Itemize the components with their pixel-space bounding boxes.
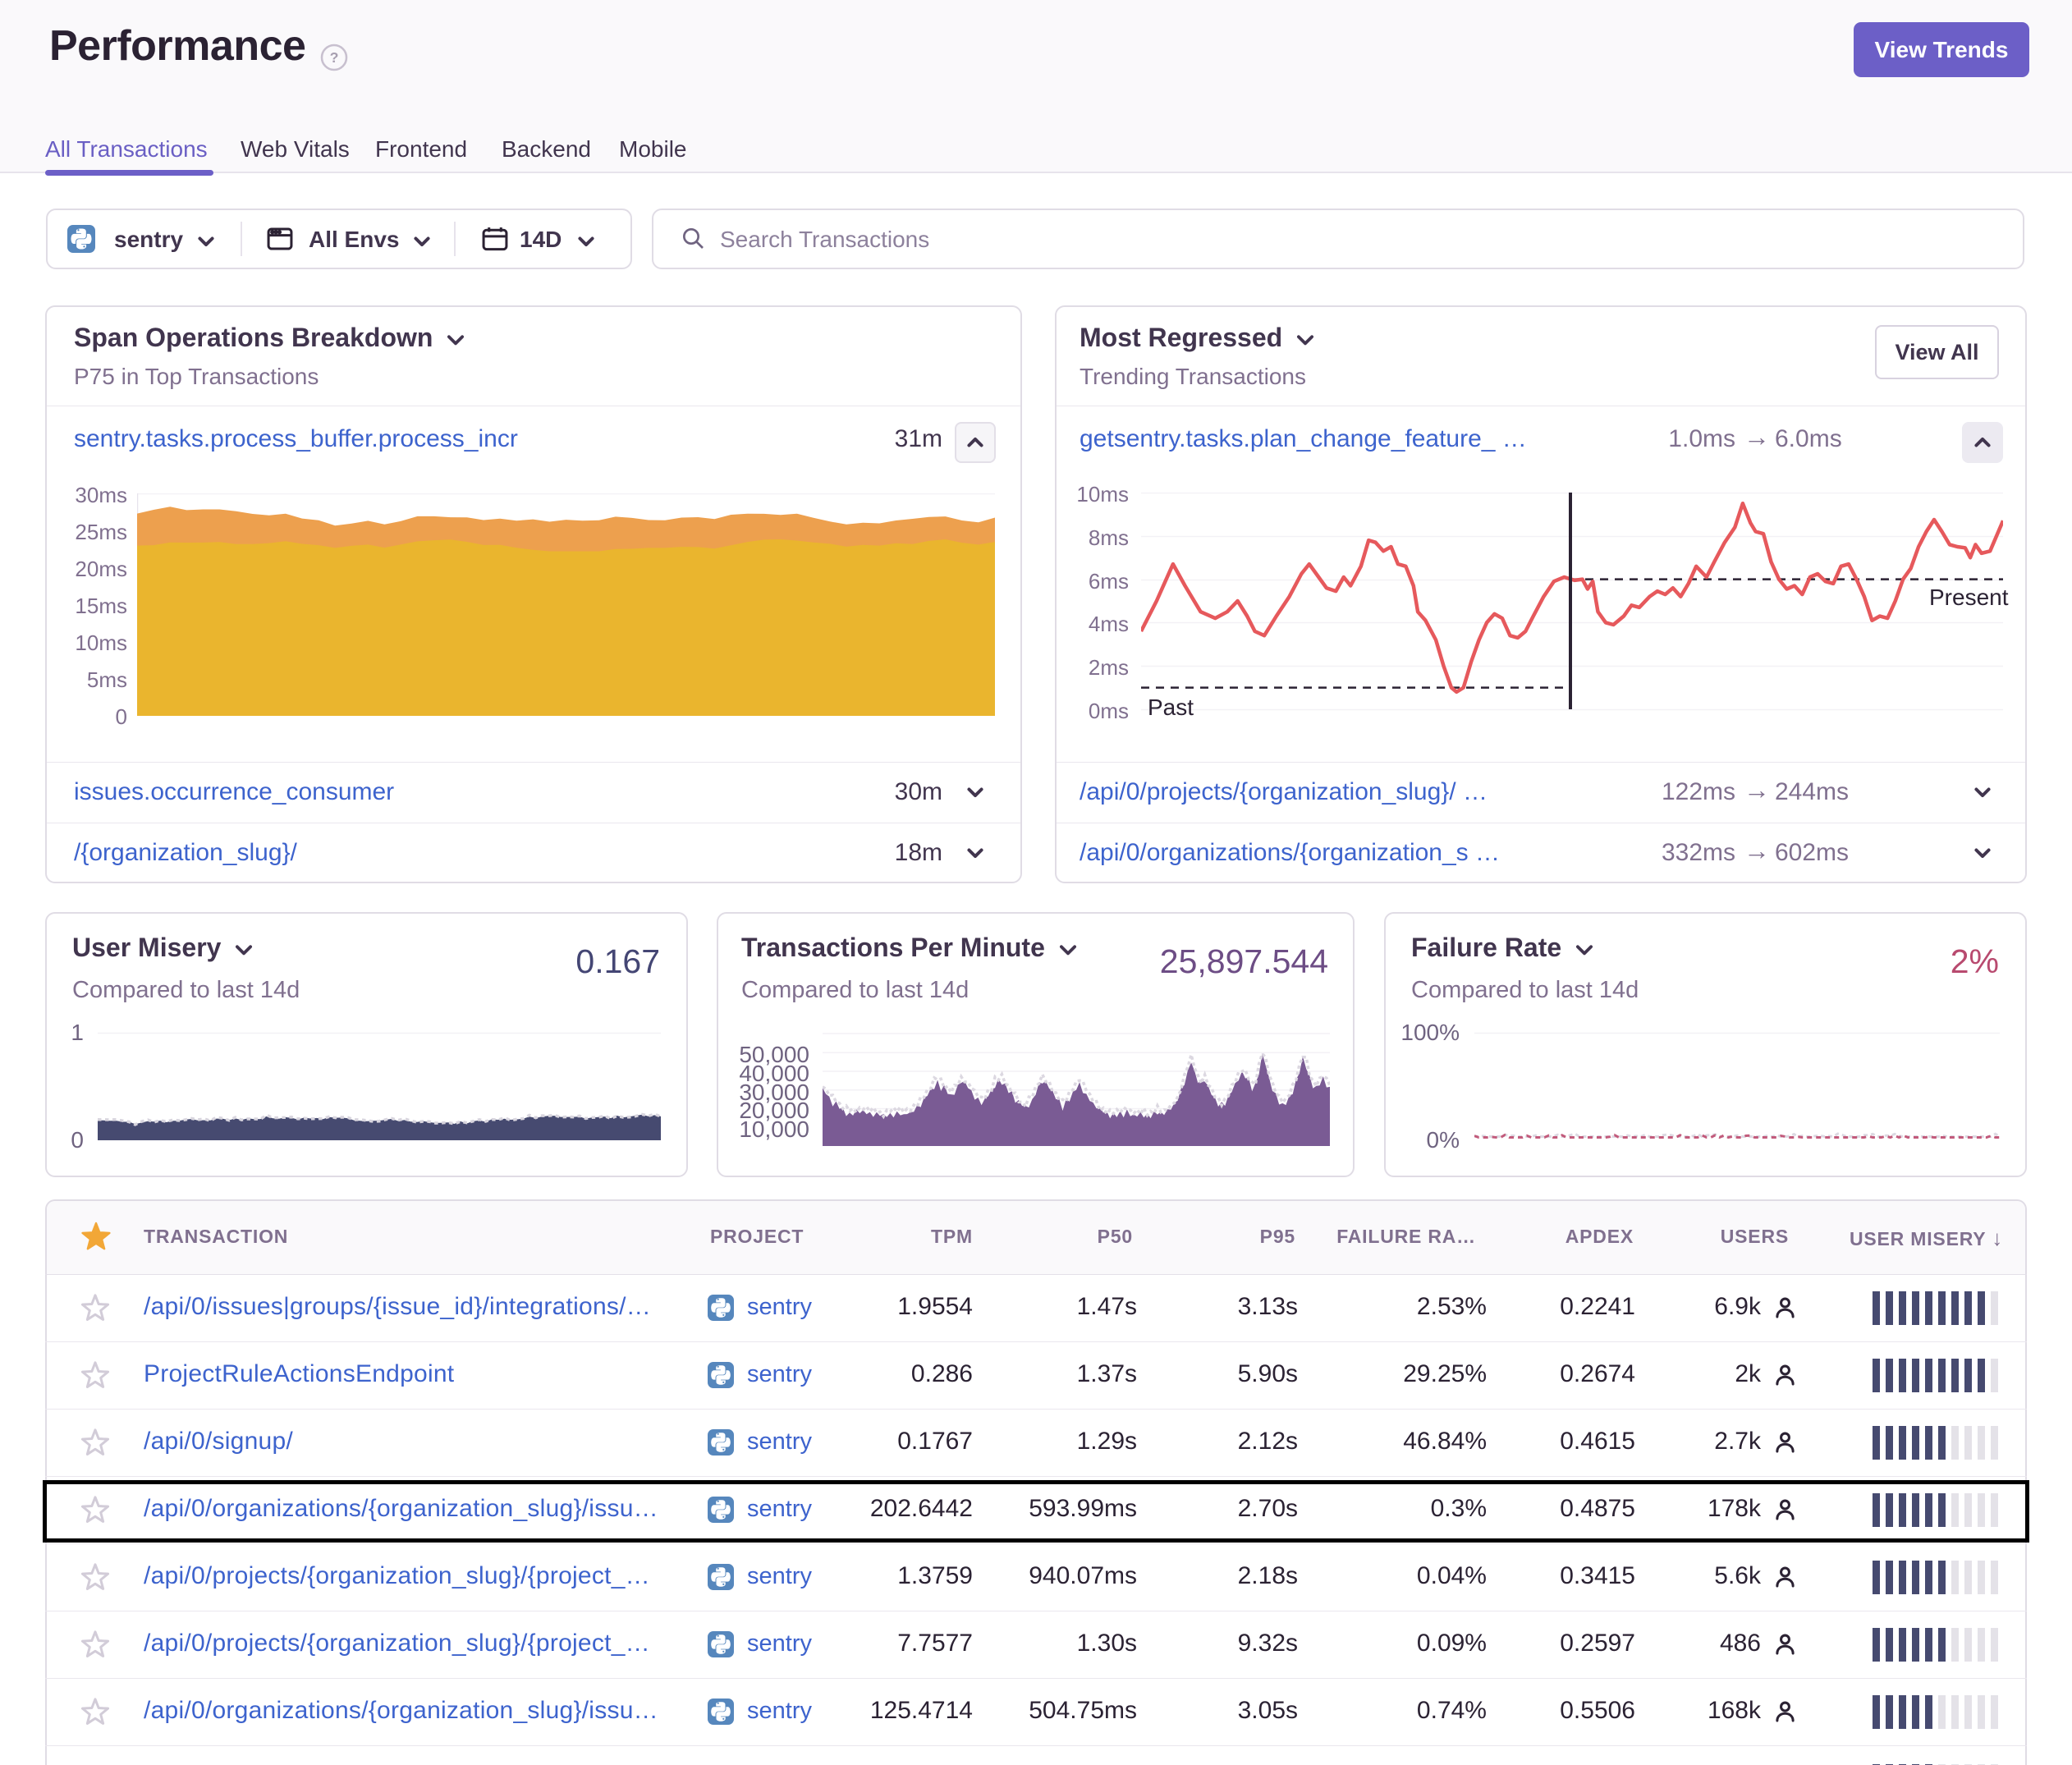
svg-text:?: ? (330, 49, 339, 66)
